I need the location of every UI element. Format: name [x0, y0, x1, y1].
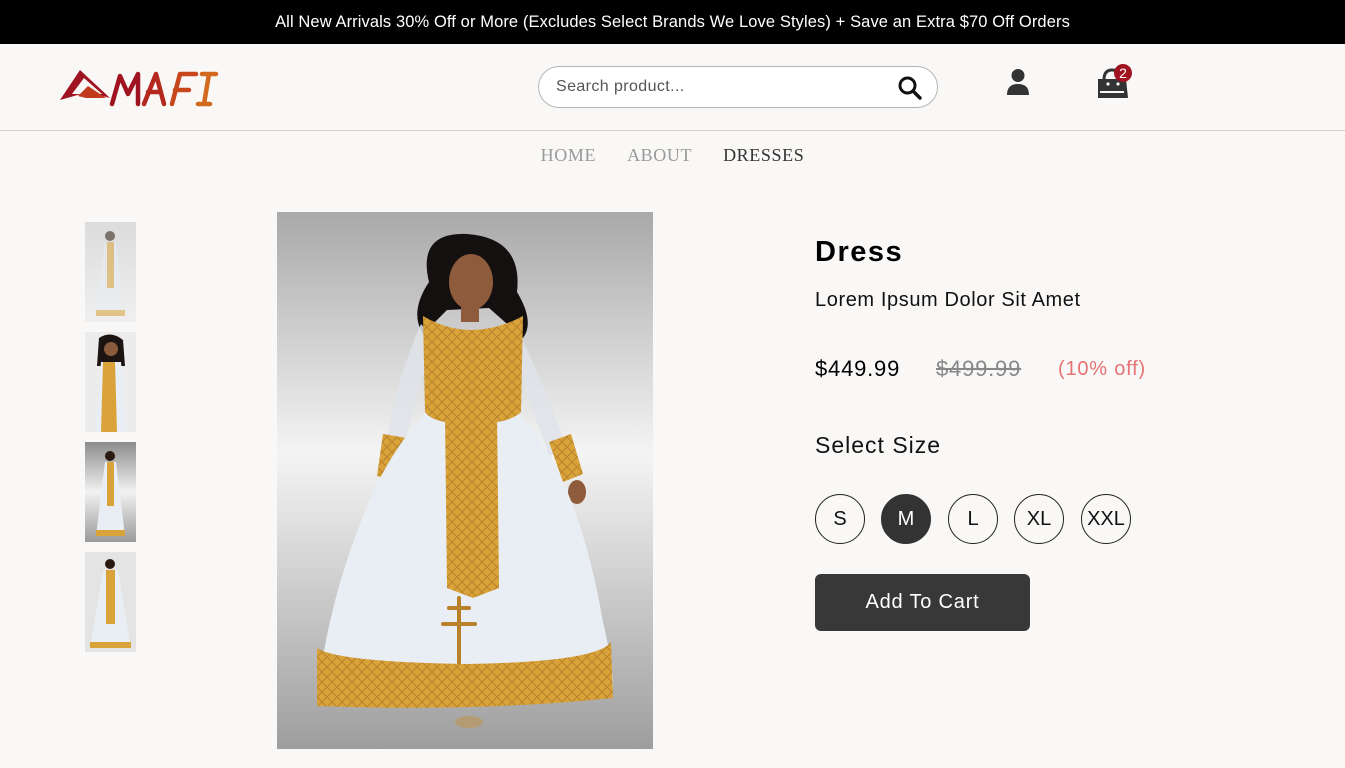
user-icon[interactable]: [1005, 68, 1031, 96]
search-box: [538, 66, 938, 108]
site-header: 2: [0, 44, 1345, 131]
main-nav: HOME ABOUT DRESSES: [0, 145, 1345, 169]
promo-banner: All New Arrivals 30% Off or More (Exclud…: [0, 0, 1345, 44]
size-label: Select Size: [815, 432, 942, 458]
size-l-button[interactable]: L: [948, 494, 998, 544]
thumbnail-list: [85, 222, 136, 662]
search-input[interactable]: [556, 78, 876, 96]
size-options: S M L XL XXL: [815, 494, 1215, 544]
nav-item-dresses[interactable]: DRESSES: [723, 145, 804, 169]
main-product-image: [277, 212, 653, 749]
price-row: $449.99 $499.99 (10% off): [815, 356, 1295, 386]
mafi-logo[interactable]: [58, 64, 228, 112]
product-details: Dress Lorem Ipsum Dolor Sit Amet $449.99…: [815, 236, 1295, 631]
nav-item-about[interactable]: ABOUT: [627, 145, 692, 169]
search-icon[interactable]: [897, 75, 923, 101]
cart-button[interactable]: 2: [1096, 64, 1136, 100]
nav-item-home[interactable]: HOME: [541, 145, 596, 169]
size-m-button[interactable]: M: [881, 494, 931, 544]
size-s-button[interactable]: S: [815, 494, 865, 544]
product-subtitle: Lorem Ipsum Dolor Sit Amet: [815, 289, 1081, 311]
current-price: $449.99: [815, 356, 901, 381]
thumbnail-2[interactable]: [85, 332, 136, 432]
discount-label: (10% off): [1058, 358, 1146, 380]
size-xxl-button[interactable]: XXL: [1081, 494, 1131, 544]
product-title: Dress: [815, 236, 904, 268]
thumbnail-4[interactable]: [85, 552, 136, 652]
add-to-cart-button[interactable]: Add To Cart: [815, 574, 1030, 631]
thumbnail-3[interactable]: [85, 442, 136, 542]
original-price: $499.99: [936, 356, 1022, 381]
thumbnail-1[interactable]: [85, 222, 136, 322]
promo-banner-text: All New Arrivals 30% Off or More (Exclud…: [275, 12, 1070, 31]
size-xl-button[interactable]: XL: [1014, 494, 1064, 544]
cart-count-badge: 2: [1114, 64, 1132, 82]
